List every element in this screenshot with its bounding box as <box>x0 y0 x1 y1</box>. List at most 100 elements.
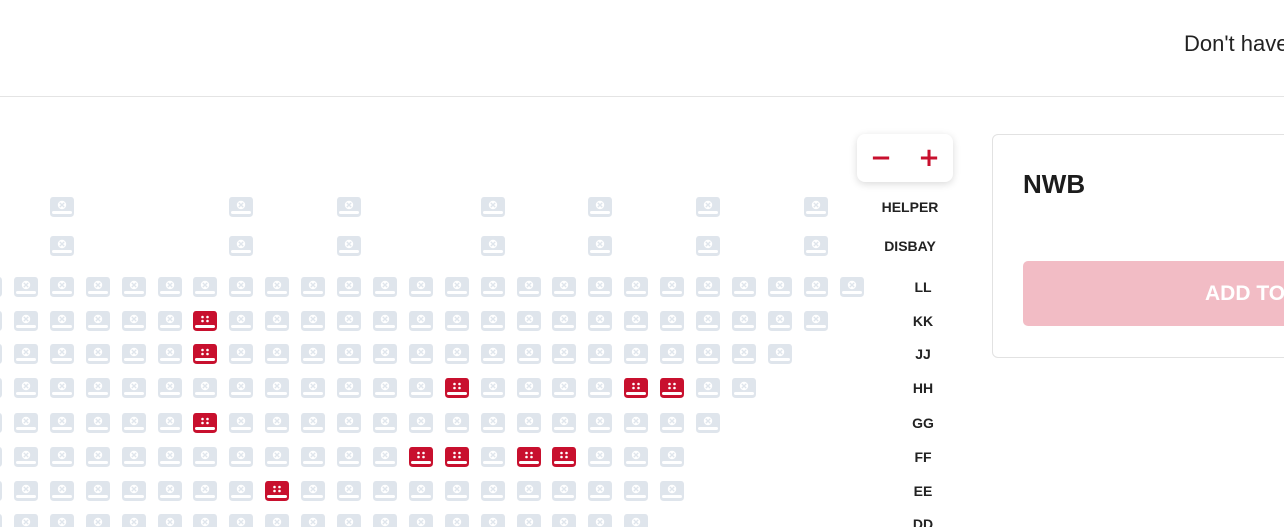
unavailable-seat <box>13 310 39 332</box>
unavailable-seat <box>0 513 3 527</box>
seat-map[interactable]: HELPER DISBAY LL KK JJ HH GG FF EE DD <box>0 96 990 527</box>
row-label: HELPER <box>881 199 939 215</box>
unavailable-seat <box>228 412 254 434</box>
unavailable-seat <box>49 513 75 527</box>
unavailable-seat <box>372 276 398 298</box>
available-seat[interactable] <box>659 377 685 399</box>
unavailable-seat <box>659 480 685 502</box>
unavailable-seat <box>300 310 326 332</box>
unavailable-seat <box>587 276 613 298</box>
unavailable-seat <box>157 412 183 434</box>
unavailable-seat <box>695 196 721 218</box>
unavailable-seat <box>85 446 111 468</box>
unavailable-seat <box>551 343 577 365</box>
add-to-cart-button[interactable]: ADD TO <box>1023 261 1284 326</box>
unavailable-seat <box>695 343 721 365</box>
unavailable-seat <box>228 480 254 502</box>
available-seat[interactable] <box>551 446 577 468</box>
unavailable-seat <box>372 513 398 527</box>
zoom-out-button[interactable]: − <box>857 134 905 182</box>
unavailable-seat <box>49 235 75 257</box>
unavailable-seat <box>839 276 865 298</box>
unavailable-seat <box>300 377 326 399</box>
unavailable-seat <box>49 480 75 502</box>
unavailable-seat <box>192 480 218 502</box>
unavailable-seat <box>731 310 757 332</box>
unavailable-seat <box>444 276 470 298</box>
unavailable-seat <box>659 310 685 332</box>
unavailable-seat <box>49 343 75 365</box>
unavailable-seat <box>228 513 254 527</box>
unavailable-seat <box>408 412 434 434</box>
unavailable-seat <box>480 412 506 434</box>
row-label: FF <box>914 449 932 465</box>
top-header: Don't have <box>0 0 1284 97</box>
unavailable-seat <box>623 412 649 434</box>
unavailable-seat <box>192 513 218 527</box>
unavailable-seat <box>0 310 3 332</box>
unavailable-seat <box>480 446 506 468</box>
unavailable-seat <box>264 446 290 468</box>
available-seat[interactable] <box>192 310 218 332</box>
available-seat[interactable] <box>623 377 649 399</box>
unavailable-seat <box>372 480 398 502</box>
unavailable-seat <box>372 343 398 365</box>
unavailable-seat <box>587 480 613 502</box>
unavailable-seat <box>623 310 649 332</box>
available-seat[interactable] <box>516 446 542 468</box>
unavailable-seat <box>157 446 183 468</box>
unavailable-seat <box>121 513 147 527</box>
unavailable-seat <box>336 310 362 332</box>
zoom-in-button[interactable]: + <box>905 134 953 182</box>
unavailable-seat <box>121 446 147 468</box>
login-prompt-text[interactable]: Don't have <box>1184 31 1284 57</box>
unavailable-seat <box>444 480 470 502</box>
unavailable-seat <box>767 343 793 365</box>
unavailable-seat <box>480 235 506 257</box>
unavailable-seat <box>228 377 254 399</box>
available-seat[interactable] <box>444 377 470 399</box>
available-seat[interactable] <box>192 343 218 365</box>
unavailable-seat <box>121 377 147 399</box>
unavailable-seat <box>49 377 75 399</box>
unavailable-seat <box>300 412 326 434</box>
unavailable-seat <box>300 513 326 527</box>
unavailable-seat <box>0 412 3 434</box>
unavailable-seat <box>228 196 254 218</box>
available-seat[interactable] <box>264 480 290 502</box>
unavailable-seat <box>121 343 147 365</box>
unavailable-seat <box>587 343 613 365</box>
unavailable-seat <box>480 196 506 218</box>
unavailable-seat <box>695 412 721 434</box>
unavailable-seat <box>264 377 290 399</box>
available-seat[interactable] <box>408 446 434 468</box>
available-seat[interactable] <box>444 446 470 468</box>
unavailable-seat <box>695 377 721 399</box>
unavailable-seat <box>121 480 147 502</box>
unavailable-seat <box>587 446 613 468</box>
unavailable-seat <box>336 196 362 218</box>
unavailable-seat <box>803 235 829 257</box>
unavailable-seat <box>480 480 506 502</box>
unavailable-seat <box>336 276 362 298</box>
unavailable-seat <box>551 310 577 332</box>
row-label: DISBAY <box>884 238 936 254</box>
unavailable-seat <box>587 377 613 399</box>
unavailable-seat <box>516 310 542 332</box>
unavailable-seat <box>480 343 506 365</box>
unavailable-seat <box>336 377 362 399</box>
unavailable-seat <box>587 513 613 527</box>
unavailable-seat <box>516 343 542 365</box>
unavailable-seat <box>13 480 39 502</box>
unavailable-seat <box>85 310 111 332</box>
unavailable-seat <box>264 513 290 527</box>
row-label: LL <box>914 279 932 295</box>
available-seat[interactable] <box>192 412 218 434</box>
unavailable-seat <box>85 513 111 527</box>
unavailable-seat <box>408 343 434 365</box>
unavailable-seat <box>551 480 577 502</box>
unavailable-seat <box>623 480 649 502</box>
unavailable-seat <box>408 513 434 527</box>
unavailable-seat <box>300 480 326 502</box>
unavailable-seat <box>516 513 542 527</box>
